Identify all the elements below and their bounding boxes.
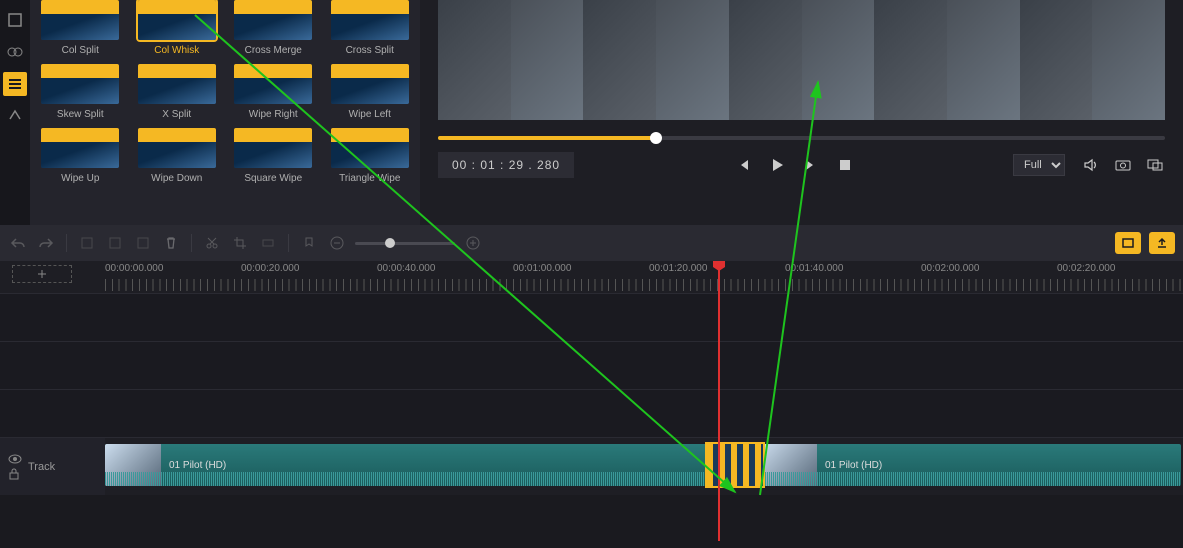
transition-wipe-right[interactable]: Wipe Right [231, 64, 316, 120]
ruler-mark: 00:02:00.000 [921, 263, 979, 274]
transition-skew-split[interactable]: Skew Split [38, 64, 123, 120]
zoom-slider[interactable] [355, 242, 455, 245]
transitions-panel: Col Split Col Whisk Cross Merge Cross Split… [30, 0, 420, 225]
timeline-ruler[interactable]: 00:00:00.000 00:00:20.000 00:00:40.000 00:0… [0, 261, 1183, 293]
ruler-mark: 00:01:20.000 [649, 263, 707, 274]
zoom-handle[interactable] [385, 238, 395, 248]
clip-label: 01 Pilot (HD) [161, 460, 234, 471]
fullscreen-icon[interactable] [1145, 155, 1165, 175]
ruler-mark: 00:00:40.000 [377, 263, 435, 274]
transition-label: Wipe Up [38, 173, 123, 184]
ruler-mark: 00:00:20.000 [241, 263, 299, 274]
sidebar-transitions-icon[interactable] [3, 72, 27, 96]
zoom-out-button[interactable] [327, 233, 347, 253]
sidebar-effects-icon[interactable] [3, 104, 27, 128]
transition-wipe-up[interactable]: Wipe Up [38, 128, 123, 184]
ruler-mark: 00:01:40.000 [785, 263, 843, 274]
crop-button[interactable] [230, 233, 250, 253]
transition-wipe-down[interactable]: Wipe Down [135, 128, 220, 184]
transition-label: Col Whisk [135, 45, 220, 56]
cut-button[interactable] [202, 233, 222, 253]
render-button[interactable] [1115, 232, 1141, 254]
scrubber-handle[interactable] [650, 132, 662, 144]
tool-2-icon[interactable] [105, 233, 125, 253]
transition-wipe-left[interactable]: Wipe Left [328, 64, 413, 120]
ruler-mark: 00:02:20.000 [1057, 263, 1115, 274]
transition-cross-merge[interactable]: Cross Merge [231, 0, 316, 56]
lock-icon[interactable] [8, 468, 22, 480]
export-button[interactable] [1149, 232, 1175, 254]
tool-3-icon[interactable] [133, 233, 153, 253]
transition-label: Wipe Left [328, 109, 413, 120]
sidebar-media-icon[interactable] [3, 8, 27, 32]
add-track-button[interactable] [12, 265, 72, 283]
transition-label: Triangle Wipe [328, 173, 413, 184]
transition-col-whisk[interactable]: Col Whisk [135, 0, 220, 56]
transition-label: Square Wipe [231, 173, 316, 184]
transition-label: Wipe Right [231, 109, 316, 120]
playhead[interactable] [718, 261, 720, 541]
audio-icon[interactable] [1081, 155, 1101, 175]
empty-track-2[interactable] [0, 341, 1183, 389]
transition-triangle-wipe[interactable]: Triangle Wipe [328, 128, 413, 184]
transition-x-split[interactable]: X Split [135, 64, 220, 120]
transition-col-split[interactable]: Col Split [38, 0, 123, 56]
empty-track-3[interactable] [0, 389, 1183, 437]
undo-button[interactable] [8, 233, 28, 253]
preview-timecode: 00 : 01 : 29 . 280 [438, 152, 574, 178]
transition-cross-split[interactable]: Cross Split [328, 0, 413, 56]
transition-clip[interactable] [707, 444, 763, 486]
redo-button[interactable] [36, 233, 56, 253]
transition-label: Cross Split [328, 45, 413, 56]
clip-1[interactable]: 01 Pilot (HD) [105, 444, 713, 486]
track-label: Track [28, 461, 55, 473]
ruler-mark: 00:00:00.000 [105, 263, 163, 274]
toolbar [0, 225, 1183, 261]
transition-label: Skew Split [38, 109, 123, 120]
clip-2[interactable]: 01 Pilot (HD) [761, 444, 1181, 486]
clip-label: 01 Pilot (HD) [817, 460, 890, 471]
empty-track-1[interactable] [0, 293, 1183, 341]
visibility-icon[interactable] [8, 454, 22, 464]
quality-select[interactable]: Full [1013, 154, 1065, 176]
video-track: Track 01 Pilot (HD) 01 Pilot (HD) [0, 437, 1183, 495]
transition-label: Wipe Down [135, 173, 220, 184]
timeline: 00:00:00.000 00:00:20.000 00:00:40.000 00:0… [0, 261, 1183, 495]
preview-video[interactable] [438, 0, 1165, 120]
track-content[interactable]: 01 Pilot (HD) 01 Pilot (HD) [105, 438, 1183, 495]
transition-label: X Split [135, 109, 220, 120]
play-button[interactable] [767, 155, 787, 175]
sidebar [0, 0, 30, 225]
transition-label: Cross Merge [231, 45, 316, 56]
marker-button[interactable] [299, 233, 319, 253]
prev-frame-button[interactable] [733, 155, 753, 175]
transition-square-wipe[interactable]: Square Wipe [231, 128, 316, 184]
tool-1-icon[interactable] [77, 233, 97, 253]
zoom-in-button[interactable] [463, 233, 483, 253]
delete-button[interactable] [161, 233, 181, 253]
transition-label: Col Split [38, 45, 123, 56]
preview-panel: 00 : 01 : 29 . 280 Full [420, 0, 1183, 225]
sidebar-color-icon[interactable] [3, 40, 27, 64]
stop-button[interactable] [835, 155, 855, 175]
preview-scrubber[interactable] [438, 136, 1165, 140]
ruler-mark: 00:01:00.000 [513, 263, 571, 274]
tool-6-icon[interactable] [258, 233, 278, 253]
snapshot-icon[interactable] [1113, 155, 1133, 175]
next-frame-button[interactable] [801, 155, 821, 175]
